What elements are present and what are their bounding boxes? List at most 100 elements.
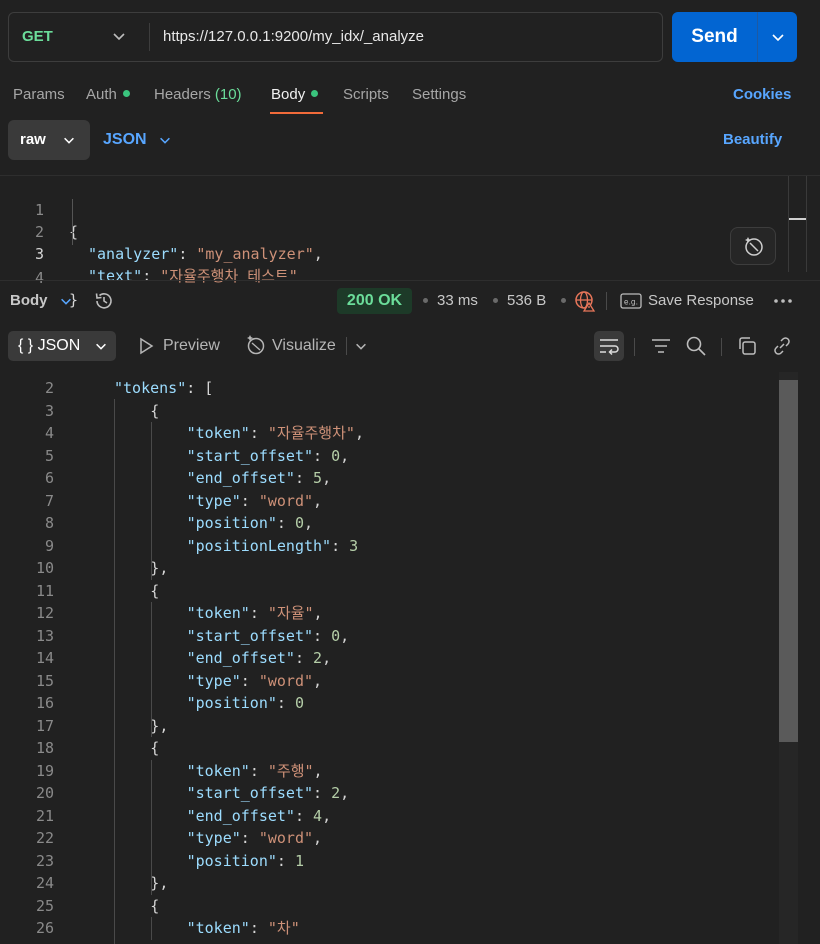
json-punctuation: , bbox=[322, 806, 332, 825]
json-key: "start_offset" bbox=[186, 784, 314, 802]
beautify-button[interactable]: Beautify bbox=[723, 120, 782, 160]
tab-headers[interactable]: Headers (10) bbox=[154, 84, 242, 106]
filter-icon[interactable] bbox=[650, 336, 672, 356]
scrollbar[interactable] bbox=[788, 176, 807, 272]
chevron-down-icon[interactable] bbox=[770, 29, 786, 45]
tab-params[interactable]: Params bbox=[13, 84, 65, 106]
magic-wand-icon bbox=[745, 237, 763, 256]
json-key: "text" bbox=[88, 267, 143, 285]
json-punctuation: : bbox=[249, 919, 268, 937]
play-icon[interactable] bbox=[138, 337, 154, 355]
indent-guide bbox=[114, 399, 115, 944]
code-text: "token": "자율", bbox=[187, 602, 323, 625]
code-text: "end_offset": 5, bbox=[187, 467, 332, 490]
status-badge[interactable]: 200 OK bbox=[337, 288, 412, 314]
code-line: "text": "자율주행차 테스트" bbox=[88, 267, 298, 285]
code-text: }, bbox=[150, 872, 168, 895]
send-button[interactable]: Send bbox=[672, 12, 797, 62]
visualize-icon[interactable] bbox=[245, 334, 267, 356]
json-number: 1 bbox=[294, 851, 304, 870]
chevron-down-icon[interactable] bbox=[59, 294, 73, 308]
chevron-down-icon[interactable] bbox=[354, 339, 368, 353]
preview-button[interactable]: Preview bbox=[163, 335, 220, 357]
json-punctuation: : bbox=[249, 761, 268, 780]
chevron-down-icon[interactable] bbox=[158, 133, 172, 147]
wrap-lines-button[interactable] bbox=[594, 331, 624, 361]
format-dropdown[interactable]: JSON bbox=[103, 120, 147, 160]
json-punctuation: : bbox=[249, 424, 268, 442]
json-punctuation: : bbox=[294, 806, 314, 825]
chevron-down-icon[interactable] bbox=[111, 28, 127, 44]
ai-assist-button[interactable] bbox=[730, 227, 776, 265]
more-options-icon[interactable] bbox=[773, 292, 793, 310]
example-icon[interactable]: e.g. bbox=[620, 292, 642, 310]
cookies-link[interactable]: Cookies bbox=[733, 84, 791, 106]
json-key: "type" bbox=[186, 829, 241, 847]
send-label[interactable]: Send bbox=[672, 12, 757, 62]
code-text: { bbox=[69, 223, 79, 241]
json-number: 0 bbox=[294, 514, 304, 532]
status-dot bbox=[122, 90, 130, 97]
tab-headers-label: Headers bbox=[154, 86, 211, 103]
tab-auth[interactable]: Auth bbox=[86, 84, 130, 106]
response-format-dropdown[interactable]: { } JSON bbox=[8, 331, 116, 361]
line-number: 9 bbox=[44, 536, 54, 555]
history-icon[interactable] bbox=[93, 290, 115, 312]
json-punctuation: : bbox=[294, 649, 314, 667]
search-icon[interactable] bbox=[685, 335, 707, 357]
tab-body[interactable]: Body bbox=[271, 84, 319, 106]
json-punctuation: , bbox=[322, 649, 332, 667]
separator-dot bbox=[423, 298, 428, 303]
globe-warning-icon[interactable] bbox=[574, 290, 596, 312]
line-number: 16 bbox=[35, 694, 54, 712]
json-punctuation: : bbox=[240, 671, 259, 690]
json-number: 0 bbox=[331, 446, 341, 465]
json-punctuation: : bbox=[240, 491, 259, 510]
json-key: "token" bbox=[186, 919, 250, 937]
link-icon[interactable] bbox=[771, 335, 793, 357]
method-select[interactable]: GET bbox=[22, 13, 53, 61]
request-body-editor[interactable]: 1 { 2 "analyzer": "my_analyzer", 3 "text… bbox=[0, 175, 820, 309]
response-size[interactable]: 536 B bbox=[507, 291, 546, 311]
visualize-button[interactable]: Visualize bbox=[272, 335, 336, 357]
json-key: "position" bbox=[186, 694, 277, 712]
json-key: "tokens" bbox=[114, 379, 187, 397]
line-number: 25 bbox=[35, 896, 54, 915]
divider bbox=[606, 292, 607, 310]
scrollbar-thumb[interactable] bbox=[779, 380, 798, 742]
tab-scripts[interactable]: Scripts bbox=[343, 84, 389, 106]
line-number: 26 bbox=[35, 919, 54, 937]
code-text: "tokens": [ bbox=[114, 377, 213, 400]
json-punctuation: , bbox=[322, 469, 332, 487]
json-punctuation: , bbox=[340, 784, 350, 802]
response-body-viewer[interactable]: 2 "tokens": [3{4 "token": "자율주행차", 5 "start_… bbox=[0, 372, 820, 944]
json-key: "analyzer" bbox=[88, 245, 179, 263]
indent-guide bbox=[151, 422, 152, 580]
line-number: 17 bbox=[35, 716, 54, 735]
json-key: "positionLength" bbox=[186, 536, 332, 555]
json-key: "position" bbox=[186, 851, 277, 870]
line-number: 3 bbox=[44, 401, 54, 420]
json-key: "end_offset" bbox=[186, 649, 295, 667]
tab-body-label: Body bbox=[271, 86, 306, 103]
divider bbox=[634, 338, 635, 356]
response-time[interactable]: 33 ms bbox=[437, 291, 478, 311]
tab-settings[interactable]: Settings bbox=[412, 84, 466, 106]
url-input[interactable]: https://127.0.0.1:9200/my_idx/_analyze bbox=[163, 13, 424, 61]
code-text: }, bbox=[150, 715, 168, 738]
save-response-button[interactable]: Save Response bbox=[648, 291, 754, 311]
line-number: 22 bbox=[35, 829, 54, 847]
response-section-dropdown[interactable]: Body bbox=[10, 291, 48, 311]
json-key: "token" bbox=[186, 604, 250, 622]
code-text: { bbox=[150, 580, 159, 603]
json-number: 4 bbox=[313, 806, 323, 825]
line-number: 6 bbox=[44, 469, 54, 487]
response-format-label: { } JSON bbox=[18, 337, 81, 354]
tab-auth-label: Auth bbox=[86, 86, 117, 103]
divider bbox=[149, 23, 150, 51]
raw-dropdown[interactable]: raw bbox=[8, 120, 90, 160]
copy-icon[interactable] bbox=[736, 335, 758, 357]
json-punctuation: }, bbox=[150, 874, 169, 892]
json-key: "start_offset" bbox=[186, 446, 314, 465]
json-punctuation: : bbox=[276, 694, 295, 712]
